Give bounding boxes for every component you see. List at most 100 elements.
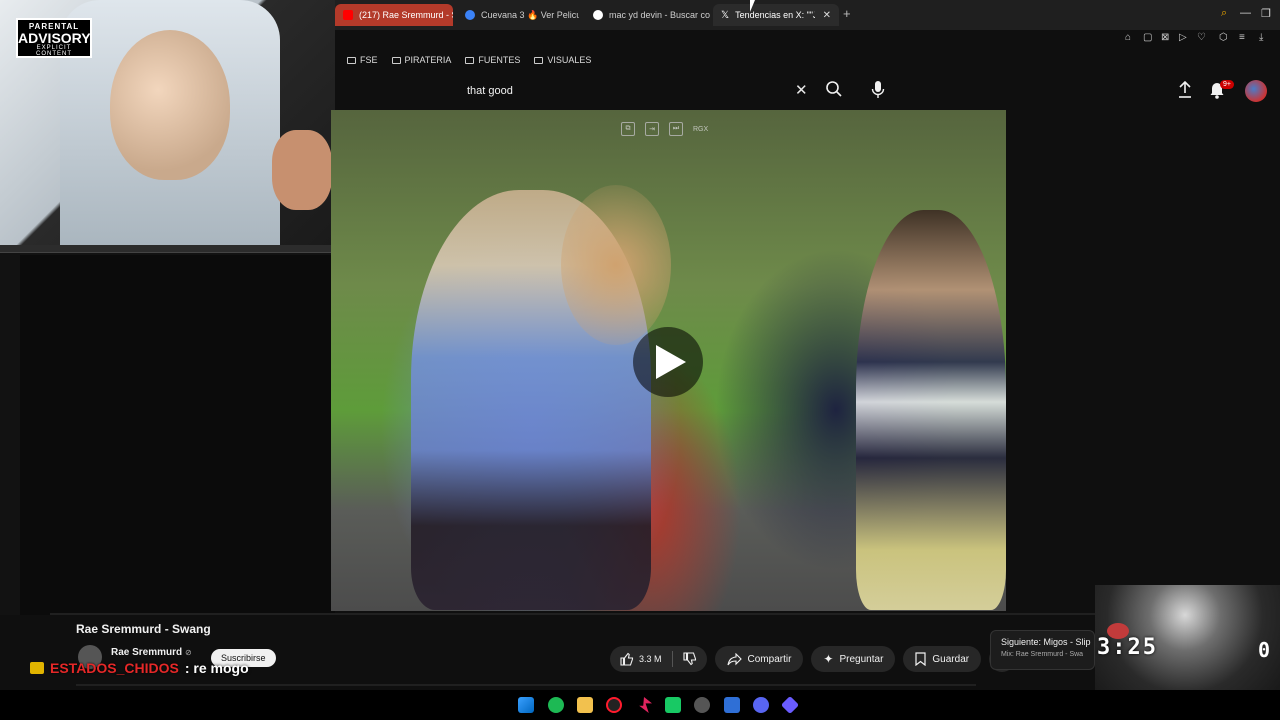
tab-youtube[interactable]: (217) Rae Sremmurd - Sw: [335, 4, 453, 26]
windows-start-icon[interactable]: [518, 697, 534, 713]
bookmark-fse[interactable]: FSE: [347, 55, 378, 65]
search-input[interactable]: that good: [457, 78, 812, 104]
app-icon[interactable]: [724, 697, 740, 713]
tab-google[interactable]: mac yd devin - Buscar co: [585, 4, 711, 26]
x-icon: 𝕏: [721, 9, 730, 21]
folder-icon: [347, 56, 356, 64]
advisory-main: ADVISORY: [18, 30, 91, 46]
sparkle-icon: ✦: [823, 652, 834, 666]
stream-timer: 3:25: [1097, 635, 1158, 660]
left-panel-titlebar: [0, 245, 335, 253]
pip-icon[interactable]: ⧉: [621, 122, 635, 136]
like-button[interactable]: 3.3 M: [610, 652, 672, 666]
next-video-title: Siguiente: Migos - Slip: [1001, 637, 1091, 647]
pin-icon[interactable]: ⌂: [1125, 32, 1131, 43]
tab-label: Tendencias en X: ""Ju: [735, 10, 815, 20]
bookmark-pirateria[interactable]: PIRATERIA: [391, 55, 452, 65]
tab-label: mac yd devin - Buscar co: [609, 10, 711, 20]
cuevana-icon: [465, 10, 475, 20]
ask-button[interactable]: ✦ Preguntar: [811, 646, 896, 672]
save-label: Guardar: [932, 653, 970, 665]
close-tab-icon[interactable]: ✕: [823, 10, 831, 21]
skip-icon[interactable]: ⏭: [669, 122, 683, 136]
browser-tabbar: (217) Rae Sremmurd - Sw Cuevana 3 🔥 Ver …: [335, 0, 1280, 30]
webcam-hand: [272, 130, 332, 210]
stream-chat-message: ESTADOS_CHIDOS : re mogo: [30, 660, 249, 676]
divider: [76, 684, 976, 686]
share-button[interactable]: Compartir: [714, 646, 804, 672]
divider: [50, 613, 1095, 615]
capcut-icon[interactable]: [665, 697, 681, 713]
streamer-webcam: PARENTAL ADVISORY EXPLICIT CONTENT: [0, 0, 335, 245]
microphone-icon[interactable]: [871, 80, 887, 100]
extension-toolbar: ⌂ ▢ ⊠ ▷ ♡ ⬡ ≡ ⤓: [335, 30, 1280, 48]
verified-icon: ⊘: [185, 648, 192, 657]
rgx-button[interactable]: RGX: [693, 122, 708, 136]
parental-advisory-logo: PARENTAL ADVISORY EXPLICIT CONTENT: [16, 18, 92, 58]
left-panel-content: [20, 255, 335, 615]
app-diamond-icon[interactable]: [780, 695, 800, 715]
minimize-button[interactable]: —: [1240, 7, 1251, 19]
discord-icon[interactable]: [753, 697, 769, 713]
bookmark-label: FUENTES: [478, 55, 521, 65]
ask-label: Preguntar: [839, 653, 884, 665]
video-player[interactable]: ⧉ ⇥ ⏭ RGX: [331, 110, 1006, 611]
youtube-icon: [343, 10, 353, 20]
mouse-cursor: [750, 0, 755, 12]
bookmarks-bar: FSE PIRATERIA FUENTES VISUALES: [335, 48, 1280, 72]
bookmark-visuales[interactable]: VISUALES: [534, 55, 591, 65]
sidebar-icon[interactable]: ≡: [1239, 32, 1245, 43]
video-frame-person-right: [856, 210, 1006, 610]
notifications-badge: 9+: [1220, 80, 1234, 89]
search-icon[interactable]: ⌕: [1221, 7, 1227, 20]
extension-icon[interactable]: ⊠: [1161, 32, 1169, 43]
settings-icon[interactable]: [694, 697, 710, 713]
clear-search-icon[interactable]: ✕: [795, 81, 808, 99]
chat-text: : re mogo: [184, 660, 249, 676]
next-video-subtitle: Mix: Rae Sremmurd - Swa: [1001, 651, 1084, 658]
video-title: Rae Sremmurd - Swang: [76, 622, 211, 636]
chat-username: ESTADOS_CHIDOS: [50, 660, 179, 676]
restore-button[interactable]: ❐: [1261, 7, 1271, 20]
bookmark-label: FSE: [360, 55, 378, 65]
stream-counter: 0: [1258, 638, 1271, 662]
play-button[interactable]: [633, 327, 703, 397]
upload-icon[interactable]: [1177, 80, 1193, 104]
like-dislike-group: 3.3 M: [610, 646, 707, 672]
opera-icon[interactable]: [606, 697, 622, 713]
crown-icon: [30, 662, 44, 674]
lightning-icon[interactable]: [639, 697, 652, 713]
folder-icon: [534, 56, 544, 64]
video-actions: 3.3 M Compartir ✦ Preguntar Guardar •••: [610, 646, 1016, 672]
bookmark-fuentes[interactable]: FUENTES: [465, 55, 520, 65]
tab-label: (217) Rae Sremmurd - Sw: [359, 10, 453, 20]
tab-cuevana[interactable]: Cuevana 3 🔥 Ver Pelicul: [457, 4, 579, 26]
dislike-button[interactable]: [673, 652, 707, 666]
folder-icon: [465, 56, 475, 64]
webcam-mask: [110, 30, 230, 180]
screen: PARENTAL ADVISORY EXPLICIT CONTENT (217)…: [0, 0, 1280, 720]
exit-icon[interactable]: ⇥: [645, 122, 659, 136]
puzzle-icon[interactable]: ⬡: [1219, 32, 1228, 43]
search-icon[interactable]: [825, 80, 845, 100]
file-explorer-icon[interactable]: [577, 697, 593, 713]
advisory-bottom: EXPLICIT CONTENT: [36, 45, 72, 57]
download-icon[interactable]: ⤓: [1259, 32, 1263, 43]
save-button[interactable]: Guardar: [903, 646, 982, 672]
thumbs-down-icon: [682, 652, 696, 666]
screenshot-icon[interactable]: ▢: [1143, 32, 1152, 43]
next-video-card[interactable]: Siguiente: Migos - Slip Mix: Rae Sremmur…: [990, 630, 1095, 670]
account-avatar[interactable]: [1245, 80, 1267, 102]
play-icon[interactable]: ▷: [1179, 32, 1187, 43]
left-panel: [0, 245, 335, 615]
bookmark-label: PIRATERIA: [404, 55, 452, 65]
tab-x[interactable]: 𝕏 Tendencias en X: ""Ju ✕: [713, 4, 839, 26]
search-value: that good: [467, 85, 513, 97]
spotify-icon[interactable]: [548, 697, 564, 713]
new-tab-button[interactable]: +: [843, 6, 851, 21]
channel-name[interactable]: Rae Sremmurd: [111, 647, 182, 658]
share-icon: [726, 652, 742, 665]
heart-icon[interactable]: ♡: [1197, 32, 1206, 43]
player-overlay-controls: ⧉ ⇥ ⏭ RGX: [621, 122, 708, 136]
taskbar: [0, 690, 1280, 720]
